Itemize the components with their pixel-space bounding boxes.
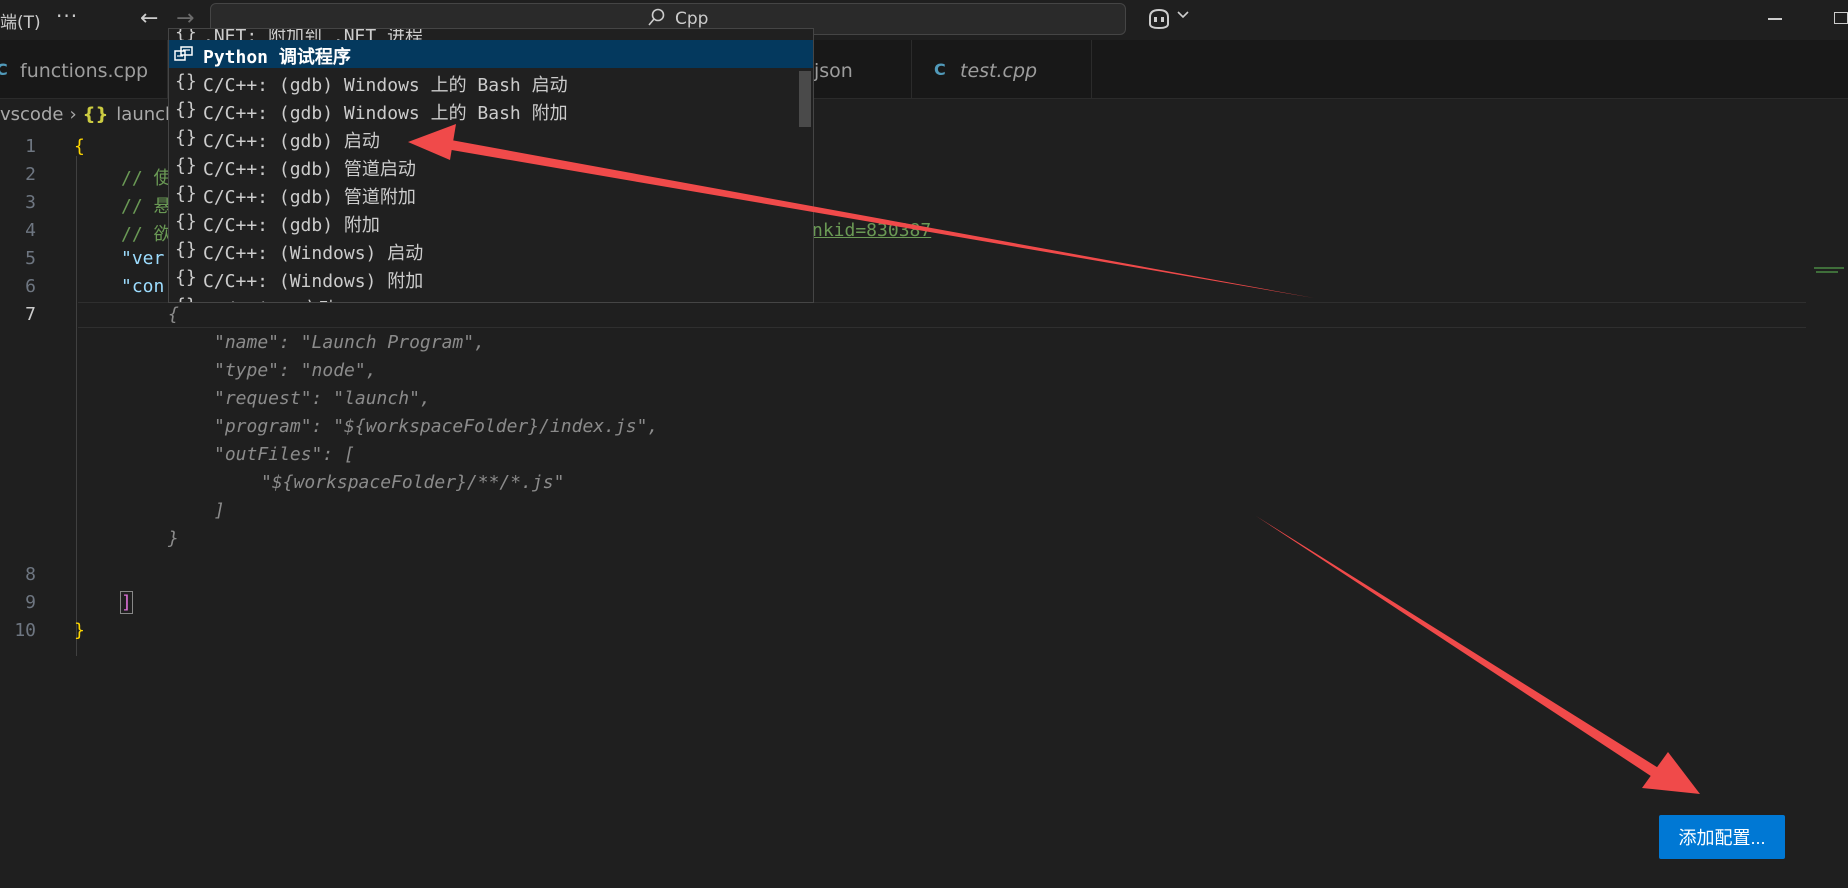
suggest-item[interactable]: {} C/C++: (Windows) 附加 — [169, 264, 813, 292]
braces-icon: {} — [175, 99, 197, 120]
add-configuration-button[interactable]: 添加配置... — [1659, 815, 1785, 859]
suggest-item[interactable]: {} C/C++: (Windows) 启动 — [169, 236, 813, 264]
suggest-item-label: C/C++: (gdb) 管道附加 — [203, 187, 416, 208]
back-arrow-icon[interactable]: ← — [140, 6, 158, 31]
cpp-file-icon: C — [0, 60, 8, 79]
copilot-icon[interactable] — [1146, 7, 1172, 31]
suggest-item-label: C/C++: (gdb) 附加 — [203, 215, 380, 236]
json-braces-icon: {} — [82, 104, 109, 125]
tab-label: functions.cpp — [20, 60, 149, 82]
braces-icon: {} — [175, 127, 197, 148]
tab-functions-cpp[interactable]: C functions.cpp — [0, 40, 168, 98]
suggest-item[interactable]: {} C/C++: (gdb) Windows 上的 Bash 启动 — [169, 68, 813, 96]
code-line-10: } — [74, 620, 85, 641]
suggest-item-label: C/C++: (gdb) Windows 上的 Bash 启动 — [203, 75, 568, 96]
chevron-right-icon: › — [69, 104, 77, 125]
line-number-active: 7 — [25, 304, 36, 325]
line-number: 8 — [25, 564, 36, 585]
ghost-text-line: "program": "${workspaceFolder}/index.js"… — [214, 416, 659, 437]
line-number: 3 — [25, 192, 36, 213]
ghost-text-line: "name": "Launch Program", — [214, 332, 485, 353]
suggest-item-label: Python 调试程序 — [203, 47, 351, 68]
suggest-item[interactable]: {} C/C++: (gdb) 管道附加 — [169, 180, 813, 208]
suggest-item[interactable]: {} C/C++: (gdb) Windows 上的 Bash 附加 — [169, 96, 813, 124]
breadcrumb: vscode ›{} launch — [0, 104, 176, 128]
minimize-button[interactable] — [1768, 18, 1782, 20]
braces-icon: {} — [175, 211, 197, 232]
ghost-text-line: } — [168, 528, 179, 549]
line-number: 6 — [25, 276, 36, 297]
code-line-7: { — [168, 304, 179, 325]
tab-label: test.cpp — [960, 60, 1038, 82]
tab-test-cpp[interactable]: C test.cpp — [912, 40, 1092, 98]
restore-button[interactable] — [1834, 12, 1848, 24]
braces-icon: {} — [175, 155, 197, 176]
menu-terminal[interactable]: 端(T) — [0, 8, 41, 33]
suggest-item-selected[interactable]: Python 调试程序 — [169, 40, 813, 68]
line-number: 1 — [25, 136, 36, 157]
braces-icon: {} — [175, 71, 197, 92]
line-number: 2 — [25, 164, 36, 185]
ghost-text-line: "${workspaceFolder}/**/*.js" — [261, 472, 565, 493]
ghost-text-line: "outFiles": [ — [214, 444, 355, 465]
current-line-highlight — [78, 302, 1806, 328]
code-line-1: { — [74, 136, 85, 157]
ghost-text-line: ] — [214, 500, 225, 521]
line-number: 10 — [14, 620, 36, 641]
more-menu-button[interactable]: ··· — [56, 4, 78, 28]
suggest-item-label: C/C++: (gdb) Windows 上的 Bash 附加 — [203, 103, 568, 124]
code-line-9: ] — [120, 591, 133, 614]
suggest-scrollbar[interactable] — [799, 71, 811, 127]
code-line-2: // 使 — [121, 168, 172, 189]
chevron-down-icon[interactable] — [1177, 10, 1189, 20]
suggest-item-label: Node.js: 启动 — [203, 295, 337, 302]
search-icon — [648, 8, 665, 26]
ghost-text-line: "request": "launch", — [214, 388, 431, 409]
suggest-item-label: C/C++: (gdb) 启动 — [203, 131, 380, 152]
ghost-text-line: "type": "node", — [214, 360, 377, 381]
suggest-item-label: C/C++: (Windows) 启动 — [203, 243, 424, 264]
indent-guide — [76, 156, 77, 656]
braces-icon: {} — [175, 295, 197, 302]
suggest-item[interactable]: {} C/C++: (gdb) 管道启动 — [169, 152, 813, 180]
search-text: Cpp — [675, 9, 709, 29]
breadcrumb-folder[interactable]: vscode — [0, 104, 63, 125]
suggest-widget[interactable]: {} .NET: 附加到 .NET 进程 Python 调试程序 {} C/C+… — [168, 28, 814, 303]
line-number: 4 — [25, 220, 36, 241]
suggest-item-label: C/C++: (Windows) 附加 — [203, 271, 424, 292]
code-line-3: // 悬 — [121, 196, 172, 217]
braces-icon: {} — [175, 239, 197, 260]
comment-link[interactable]: nkid=830387 — [812, 220, 931, 241]
minimap[interactable] — [1814, 265, 1844, 277]
code-line-6: "con — [121, 276, 165, 297]
suggest-item[interactable]: {} C/C++: (gdb) 启动 — [169, 124, 813, 152]
braces-icon: {} — [175, 267, 197, 288]
suggest-item[interactable]: {} Node.js: 启动 — [169, 292, 813, 302]
suggest-item[interactable]: {} C/C++: (gdb) 附加 — [169, 208, 813, 236]
code-line-4: // 欲 — [121, 224, 172, 245]
suggest-item-label: C/C++: (gdb) 管道启动 — [203, 159, 416, 180]
cpp-file-icon: C — [934, 60, 946, 79]
code-line-5: "ver — [121, 248, 165, 269]
line-number: 5 — [25, 248, 36, 269]
debug-icon — [174, 46, 193, 61]
braces-icon: {} — [175, 183, 197, 204]
line-number: 9 — [25, 592, 36, 613]
